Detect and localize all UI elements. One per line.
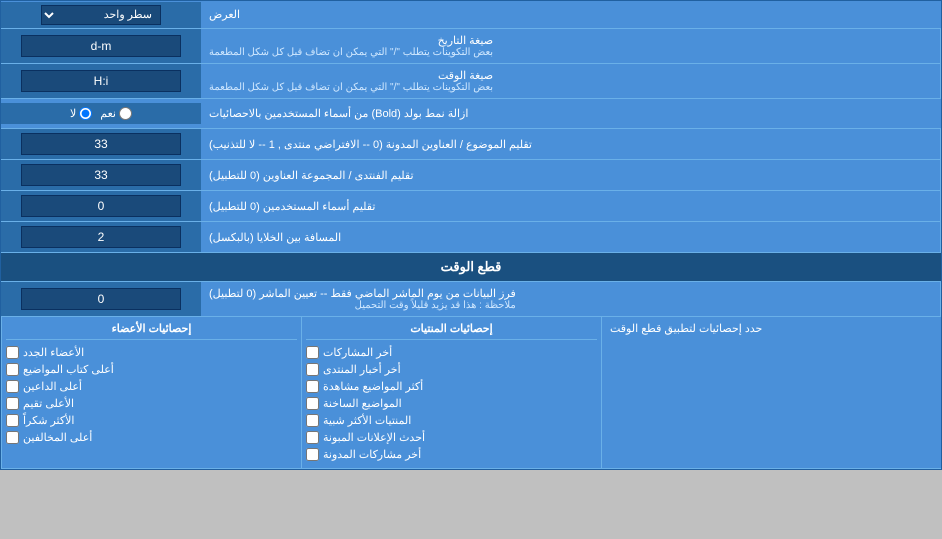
forum-group-label: تقليم الفنتدى / المجموعة العناوين (0 للت…	[201, 160, 941, 190]
bold-no-label[interactable]: لا	[70, 107, 92, 120]
cell-spacing-input-cell	[1, 222, 201, 252]
col1-item-5: المنتيات الأكثر شبية	[306, 412, 597, 429]
qata-main-row: فرز البيانات من يوم الماشر الماضي فقط --…	[1, 282, 941, 317]
col2-check-5[interactable]	[6, 414, 19, 427]
bold-no-radio[interactable]	[79, 107, 92, 120]
col1-check-3[interactable]	[306, 380, 319, 393]
col2-check-6[interactable]	[6, 431, 19, 444]
user-names-label: تقليم أسماء المستخدمين (0 للتطبيل)	[201, 191, 941, 221]
date-format-input-cell	[1, 29, 201, 63]
col1-item-2: أخر أخبار المنتدى	[306, 361, 597, 378]
cell-spacing-label: المسافة بين الخلايا (بالبكسل)	[201, 222, 941, 252]
col2-item-5: الأكثر شكراً	[6, 412, 297, 429]
col1-item-7: أخر مشاركات المدونة	[306, 446, 597, 463]
col2-check-2[interactable]	[6, 363, 19, 376]
user-names-input-cell	[1, 191, 201, 221]
col1-check-4[interactable]	[306, 397, 319, 410]
col2-check-4[interactable]	[6, 397, 19, 410]
user-names-row: تقليم أسماء المستخدمين (0 للتطبيل)	[1, 191, 941, 222]
cell-spacing-input[interactable]	[21, 226, 181, 248]
bold-yes-label[interactable]: نعم	[100, 107, 132, 120]
col1-check-1[interactable]	[306, 346, 319, 359]
bold-radio-row: ازالة نمط بولد (Bold) من أسماء المستخدمي…	[1, 99, 941, 129]
main-container: العرض سطر واحد سطرين ثلاثة أسطر صيغة الت…	[0, 0, 942, 470]
col1-check-6[interactable]	[306, 431, 319, 444]
forum-title-label: تقليم الموضوع / العناوين المدونة (0 -- ا…	[201, 129, 941, 159]
forum-group-row: تقليم الفنتدى / المجموعة العناوين (0 للت…	[1, 160, 941, 191]
cell-spacing-row: المسافة بين الخلايا (بالبكسل)	[1, 222, 941, 253]
col1-check-5[interactable]	[306, 414, 319, 427]
checkbox-section-label: حدد إحصائيات لتطبيق قطع الوقت	[601, 317, 941, 468]
col2-check-1[interactable]	[6, 346, 19, 359]
qata-main-label: فرز البيانات من يوم الماشر الماضي فقط --…	[201, 282, 941, 316]
display-label: العرض	[201, 4, 941, 25]
display-row: العرض سطر واحد سطرين ثلاثة أسطر	[1, 1, 941, 29]
col1: إحصائيات المنتيات أخر المشاركات أخر أخبا…	[301, 317, 601, 468]
date-format-input[interactable]	[21, 35, 181, 57]
col1-check-7[interactable]	[306, 448, 319, 461]
col2: إحصائيات الأعضاء الأعضاء الجدد أعلى كتاب…	[1, 317, 301, 468]
col2-check-3[interactable]	[6, 380, 19, 393]
checkbox-section: حدد إحصائيات لتطبيق قطع الوقت إحصائيات ا…	[1, 317, 941, 469]
display-label-text: العرض	[209, 8, 240, 21]
col1-item-4: المواضيع الساخنة	[306, 395, 597, 412]
date-format-label: صيغة التاريخ بعض التكوينات يتطلب "/" الت…	[201, 29, 941, 63]
date-format-row: صيغة التاريخ بعض التكوينات يتطلب "/" الت…	[1, 29, 941, 64]
forum-title-row: تقليم الموضوع / العناوين المدونة (0 -- ا…	[1, 129, 941, 160]
bold-yes-radio[interactable]	[119, 107, 132, 120]
col1-title: إحصائيات المنتيات	[306, 322, 597, 340]
time-format-label: صيغة الوقت بعض التكوينات يتطلب "/" التي …	[201, 64, 941, 98]
qata-section-header: قطع الوقت	[1, 253, 941, 282]
qata-main-input-cell	[1, 282, 201, 316]
forum-title-input-cell	[1, 129, 201, 159]
col1-item-1: أخر المشاركات	[306, 344, 597, 361]
display-select[interactable]: سطر واحد سطرين ثلاثة أسطر	[41, 5, 161, 25]
display-input-cell: سطر واحد سطرين ثلاثة أسطر	[1, 2, 201, 28]
col1-check-2[interactable]	[306, 363, 319, 376]
bold-label: ازالة نمط بولد (Bold) من أسماء المستخدمي…	[201, 102, 941, 125]
col2-item-1: الأعضاء الجدد	[6, 344, 297, 361]
col1-item-6: أحدث الإعلانات المبونة	[306, 429, 597, 446]
col1-item-3: أكثر المواضيع مشاهدة	[306, 378, 597, 395]
col2-item-2: أعلى كتاب المواضيع	[6, 361, 297, 378]
col2-item-4: الأعلى تقيم	[6, 395, 297, 412]
bold-radio-inputs: نعم لا	[1, 103, 201, 124]
time-format-row: صيغة الوقت بعض التكوينات يتطلب "/" التي …	[1, 64, 941, 99]
qata-main-input[interactable]	[21, 288, 181, 310]
forum-group-input[interactable]	[21, 164, 181, 186]
forum-group-input-cell	[1, 160, 201, 190]
time-format-input[interactable]	[21, 70, 181, 92]
checkbox-cols: إحصائيات المنتيات أخر المشاركات أخر أخبا…	[1, 317, 601, 468]
time-format-input-cell	[1, 64, 201, 98]
col2-item-3: أعلى الداعين	[6, 378, 297, 395]
col2-item-6: أعلى المخالفين	[6, 429, 297, 446]
col2-title: إحصائيات الأعضاء	[6, 322, 297, 340]
forum-title-input[interactable]	[21, 133, 181, 155]
user-names-input[interactable]	[21, 195, 181, 217]
